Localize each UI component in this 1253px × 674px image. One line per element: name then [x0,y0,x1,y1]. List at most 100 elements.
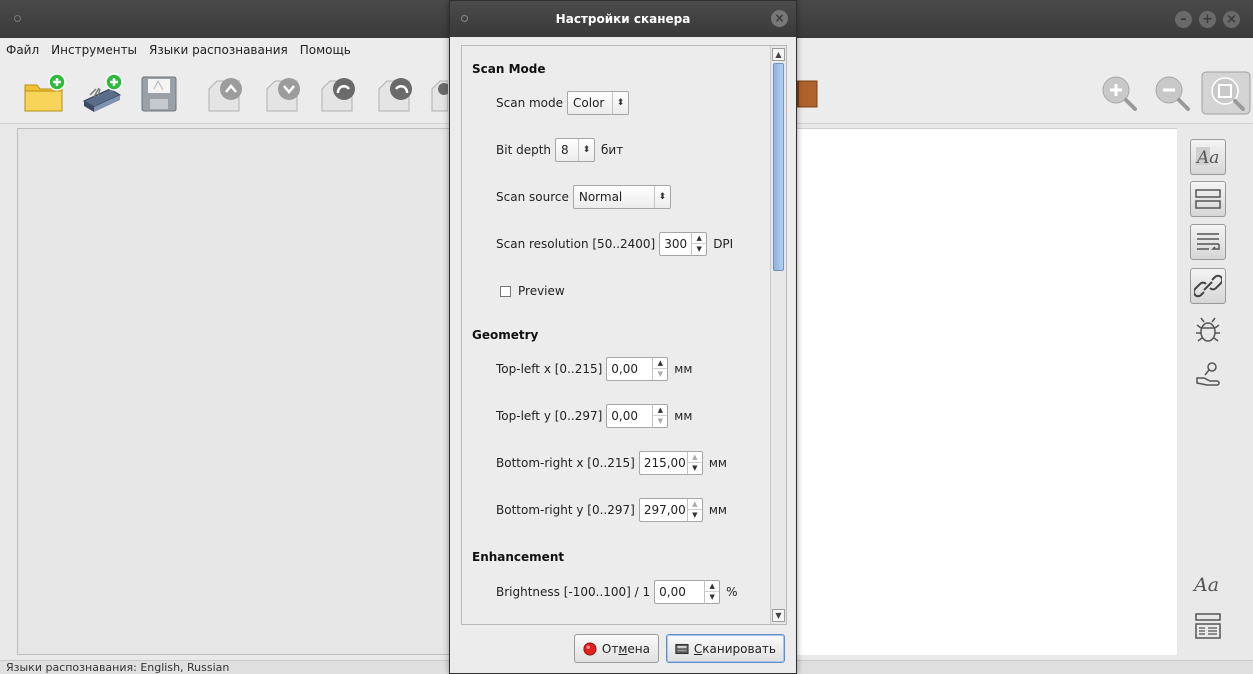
cancel-label-pre: От [601,641,619,656]
brightness-spinbox[interactable]: 0,00 ▲ ▼ [654,580,721,604]
link-icon[interactable] [1190,268,1226,304]
font-format-icon[interactable]: Aa [1190,139,1226,175]
hand-key-icon[interactable] [1190,356,1226,392]
svg-text:Aa: Aa [1192,574,1219,596]
top-left-y-unit: мм [674,409,693,423]
scan-source-value: Normal [578,190,623,204]
settings-scrollbar[interactable]: ▲ ▼ [770,46,786,624]
zoom-out-icon[interactable] [1150,71,1194,115]
preview-row[interactable]: Preview [500,284,565,298]
spin-down-icon[interactable]: ▼ [705,592,719,603]
preview-checkbox[interactable] [500,285,511,297]
save-icon[interactable] [137,71,181,115]
spin-down-icon[interactable]: ▼ [653,416,667,427]
table-icon[interactable] [1190,608,1226,644]
text-view-pane[interactable] [795,128,1177,655]
spin-up-icon[interactable]: ▲ [687,499,702,510]
top-left-x-label: Top-left x [0..215] [496,362,603,376]
top-left-x-value: 0,00 [611,362,638,376]
bit-depth-unit: бит [601,143,624,157]
zoom-in-icon[interactable] [1097,71,1141,115]
rotate-partial-icon[interactable] [426,71,448,115]
combo-arrows-icon: ⬍ [653,186,670,208]
section-geometry: Geometry [472,328,539,342]
bottom-right-y-spinbox[interactable]: 297,00 ▲ ▼ [638,498,703,522]
window-menu-dot[interactable] [14,15,21,22]
scan-mode-select[interactable]: Color ⬍ [567,91,630,115]
scanner-settings-dialog: Настройки сканера × Scan Mode Scan mode … [449,0,797,674]
scanner-small-icon [675,643,689,654]
dialog-close-icon[interactable]: × [771,10,788,27]
brightness-unit: % [726,585,738,599]
bottom-right-x-label: Bottom-right x [0..215] [496,456,635,470]
top-left-y-spinbox[interactable]: 0,00 ▲ ▼ [606,404,669,428]
scan-source-select[interactable]: Normal ⬍ [572,185,671,209]
dialog-menu-dot[interactable] [461,15,468,22]
dialog-titlebar: Настройки сканера × [450,1,796,37]
spin-up-icon[interactable]: ▲ [705,581,720,592]
dialog-title: Настройки сканера [555,12,691,26]
rotate-down-icon[interactable] [261,71,305,115]
menu-tools[interactable]: Инструменты [51,43,137,57]
scan-button[interactable]: Сканировать [666,634,785,663]
svg-text:Aa: Aa [1195,148,1219,168]
spin-down-icon[interactable]: ▼ [692,244,706,255]
bottom-right-y-row: Bottom-right y [0..297] 297,00 ▲ ▼ мм [496,498,727,522]
close-icon[interactable]: × [1223,11,1240,28]
text-wrap-icon[interactable] [1190,224,1226,260]
section-scan-mode: Scan Mode [472,62,546,76]
brightness-value: 0,00 [659,585,686,599]
scroll-up-icon[interactable]: ▲ [772,48,785,61]
settings-content: Scan Mode Scan mode Color ⬍ Bit depth 8 … [462,46,770,624]
image-view-pane[interactable] [17,128,451,655]
open-folder-icon[interactable] [22,71,66,115]
top-left-x-spinbox[interactable]: 0,00 ▲ ▼ [606,357,669,381]
cancel-icon [583,641,597,656]
top-left-y-row: Top-left y [0..297] 0,00 ▲ ▼ мм [496,404,692,428]
spin-down-icon[interactable]: ▼ [688,463,702,474]
spin-up-icon[interactable]: ▲ [653,405,668,416]
scan-mode-label: Scan mode [496,96,564,110]
section-enhancement: Enhancement [472,550,565,564]
block-format-icon[interactable] [1190,181,1226,217]
spin-up-icon[interactable]: ▲ [692,233,707,244]
book-icon[interactable] [795,71,819,115]
maximize-icon[interactable]: + [1199,11,1216,28]
menu-file[interactable]: Файл [6,43,39,57]
preview-label: Preview [518,284,565,298]
rotate-up-icon[interactable] [203,71,247,115]
cancel-button[interactable]: От м ена [574,634,659,663]
scan-resolution-unit: DPI [713,237,734,251]
spin-up-icon[interactable]: ▲ [653,358,668,369]
bottom-right-y-label: Bottom-right y [0..297] [496,503,635,517]
scan-resolution-row: Scan resolution [50..2400] 300 ▲ ▼ DPI [496,232,733,256]
scanner-icon[interactable] [80,71,124,115]
menu-help[interactable]: Помощь [300,43,351,57]
menu-languages[interactable]: Языки распознавания [149,43,288,57]
minimize-icon[interactable]: – [1175,11,1192,28]
bottom-right-y-value: 297,00 [643,503,686,517]
bottom-right-x-spinbox[interactable]: 215,00 ▲ ▼ [638,451,703,475]
bit-depth-value: 8 [561,143,569,157]
rotate-left-icon[interactable] [316,71,360,115]
rotate-right-icon[interactable] [373,71,417,115]
spin-down-icon[interactable]: ▼ [688,510,702,521]
top-left-y-value: 0,00 [611,409,638,423]
scan-resolution-value: 300 [664,237,688,251]
spin-up-icon[interactable]: ▲ [687,452,702,463]
scroll-down-icon[interactable]: ▼ [772,609,785,622]
scan-resolution-spinbox[interactable]: 300 ▲ ▼ [659,232,708,256]
bit-depth-select[interactable]: 8 ⬍ [555,138,596,162]
scan-label-post: канировать [702,641,776,656]
bottom-right-x-value: 215,00 [643,456,686,470]
combo-arrows-icon: ⬍ [578,139,594,161]
scan-mode-row: Scan mode Color ⬍ [496,91,630,115]
font-italic-icon[interactable]: Aa [1190,566,1226,602]
settings-scroll-area[interactable]: Scan Mode Scan mode Color ⬍ Bit depth 8 … [461,45,787,625]
side-toolbar: Aa Aa [1186,128,1238,655]
zoom-fit-icon[interactable] [1201,71,1251,115]
scan-source-row: Scan source Normal ⬍ [496,185,671,209]
scrollbar-thumb[interactable] [773,63,784,271]
spin-down-icon[interactable]: ▼ [653,369,667,380]
bug-icon[interactable] [1190,312,1226,348]
